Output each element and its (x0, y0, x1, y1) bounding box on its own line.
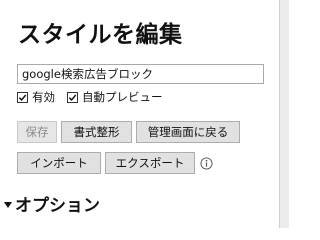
enabled-checkbox[interactable]: 有効 (17, 89, 55, 105)
save-button[interactable]: 保存 (17, 121, 57, 143)
export-button[interactable]: エクスポート (105, 152, 195, 174)
options-section-label: オプション (15, 196, 100, 216)
live-preview-label: 自動プレビュー (82, 90, 163, 104)
back-to-manage-button[interactable]: 管理画面に戻る (136, 121, 240, 143)
checkbox-row: 有効 自動プレビュー (17, 89, 175, 105)
scrollbar-edge[interactable] (279, 0, 289, 228)
beautify-button[interactable]: 書式整形 (61, 121, 132, 143)
options-section-header[interactable]: オプション (4, 191, 100, 216)
enabled-check-icon[interactable] (17, 91, 28, 103)
enabled-label: 有効 (32, 90, 55, 104)
edit-style-panel: スタイルを編集 有効 自動プレビュー 保存 書式整形 管理画面に戻る インポート… (0, 0, 279, 228)
live-preview-checkbox[interactable]: 自動プレビュー (67, 89, 163, 105)
live-preview-check-icon[interactable] (67, 91, 78, 103)
expand-triangle-icon[interactable] (4, 201, 12, 208)
info-icon[interactable] (200, 157, 213, 170)
page-title: スタイルを編集 (18, 22, 183, 48)
import-button[interactable]: インポート (17, 152, 101, 174)
style-name-input[interactable] (17, 64, 264, 84)
